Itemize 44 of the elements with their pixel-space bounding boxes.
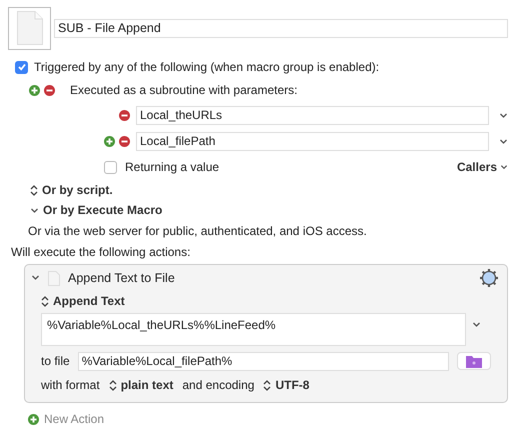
encoding-label: and encoding (182, 378, 254, 392)
trigger-option[interactable]: Or by script. (42, 183, 113, 197)
remove-icon[interactable] (119, 136, 130, 146)
new-action-link[interactable]: New Action (44, 412, 104, 426)
chevron-down-icon[interactable] (472, 320, 481, 329)
chevron-down-icon[interactable] (30, 206, 39, 214)
add-icon[interactable] (28, 414, 39, 424)
up-down-arrows-icon (263, 380, 272, 390)
up-down-arrows-icon (41, 296, 49, 306)
parameter-field[interactable]: Local_theURLs (136, 106, 489, 124)
add-icon[interactable] (29, 84, 40, 96)
trigger-label: Triggered by any of the following (when macro group is enabled): (34, 60, 380, 74)
parameter-field[interactable]: Local_filePath (136, 132, 489, 150)
encoding-popup[interactable]: UTF-8 (275, 378, 310, 392)
section-label[interactable]: Append Text (53, 294, 125, 308)
up-down-arrows-icon (108, 380, 117, 390)
returning-checkbox[interactable] (104, 160, 117, 174)
chevron-down-icon[interactable] (499, 136, 508, 146)
chevron-down-icon (500, 163, 508, 171)
chevron-down-icon[interactable] (31, 273, 40, 282)
add-icon[interactable] (104, 136, 115, 146)
chevron-down-icon[interactable] (499, 110, 508, 120)
folder-button[interactable] (456, 352, 491, 370)
file-label: to file (41, 354, 70, 368)
format-popup[interactable]: plain text (120, 378, 174, 392)
macro-name-field[interactable]: SUB - File Append (54, 18, 508, 38)
action-title: Append Text to File (68, 271, 175, 285)
document-icon (16, 11, 42, 45)
callers-menu[interactable]: Callers (456, 160, 508, 174)
actions-heading: Will execute the following actions: (11, 244, 190, 258)
text-area[interactable]: %Variable%Local_theURLs%%LineFeed% (41, 313, 466, 346)
gear-icon[interactable] (479, 268, 499, 288)
remove-icon[interactable] (119, 110, 130, 120)
document-icon (48, 270, 60, 286)
folder-icon (466, 354, 482, 368)
file-path-field[interactable]: %Variable%Local_filePath% (78, 352, 449, 370)
trigger-option[interactable]: Or by Execute Macro (43, 203, 162, 217)
up-down-arrows-icon (30, 184, 38, 196)
web-server-note: Or via the web server for public, authenticated, and iOS access. (28, 224, 367, 238)
trigger-checkbox[interactable] (15, 60, 28, 74)
format-label: with format (41, 378, 100, 392)
subroutine-label: Executed as a subroutine with parameters: (70, 83, 298, 97)
returning-label: Returning a value (125, 160, 220, 174)
remove-icon[interactable] (44, 84, 55, 96)
